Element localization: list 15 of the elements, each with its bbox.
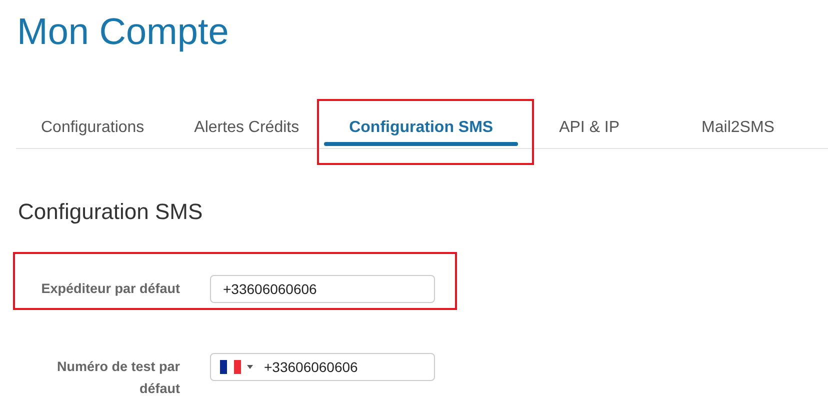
tab[interactable]: API & IP: [534, 108, 645, 148]
caret-icon[interactable]: [247, 365, 253, 369]
tab[interactable]: Alertes Crédits: [169, 108, 324, 148]
field-label: Numéro de test par défaut: [56, 358, 180, 398]
tab[interactable]: Configurations: [16, 108, 170, 148]
tab[interactable]: Mail2SMS: [676, 108, 800, 148]
input-field[interactable]: +33606060606: [210, 353, 435, 381]
page-title: Mon Compte: [16, 10, 230, 54]
field-label: Expéditeur par défaut: [40, 280, 180, 298]
tab[interactable]: Configuration SMS: [324, 108, 518, 148]
input-field[interactable]: +33606060606: [210, 275, 435, 303]
flag-icon[interactable]: [220, 360, 241, 374]
section-title: Configuration SMS: [17, 198, 204, 225]
field-value: +33606060606: [222, 281, 317, 297]
field-value: +33606060606: [263, 359, 358, 375]
